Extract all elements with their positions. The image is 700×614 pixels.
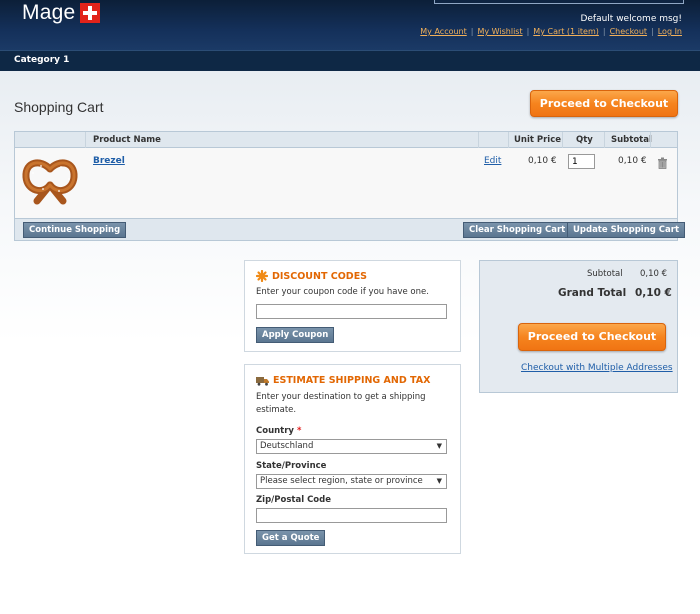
- main-content: Shopping Cart Proceed to Checkout Produc…: [0, 71, 700, 614]
- remove-item-icon[interactable]: [657, 157, 668, 169]
- page-title: Shopping Cart: [14, 99, 104, 115]
- header-search-box[interactable]: [434, 0, 684, 4]
- grand-total-amount: 0,10 €: [635, 287, 672, 299]
- checkout-multiple-addresses-link[interactable]: Checkout with Multiple Addresses: [521, 363, 673, 373]
- continue-shopping-button[interactable]: Continue Shopping: [23, 222, 127, 238]
- subtotal-label: Subtotal: [587, 269, 623, 279]
- cart-totals-box: Subtotal 0,10 € Grand Total 0,10 € Proce…: [479, 260, 678, 393]
- proceed-to-checkout-button[interactable]: Proceed to Checkout: [518, 323, 666, 351]
- nav-item-category-1[interactable]: Category 1: [14, 55, 69, 65]
- zip-label: Zip/Postal Code: [256, 495, 331, 505]
- qty-input[interactable]: [568, 154, 595, 169]
- estimate-shipping-box: ESTIMATE SHIPPING AND TAX Enter your des…: [244, 364, 461, 554]
- logo[interactable]: Mage: [22, 1, 101, 25]
- discount-codes-text: Enter your coupon code if you have one.: [256, 287, 429, 297]
- unit-price-value: 0,10 €: [528, 156, 557, 166]
- zip-input[interactable]: [256, 508, 447, 523]
- login-link[interactable]: Log In: [658, 27, 682, 36]
- my-cart-link[interactable]: My Cart (1 item): [533, 27, 599, 36]
- site-header: Mage Default welcome msg! My Account | M…: [0, 0, 700, 50]
- pretzel-image[interactable]: [21, 155, 79, 211]
- update-shopping-cart-button[interactable]: Update Shopping Cart: [567, 222, 686, 238]
- get-a-quote-button[interactable]: Get a Quote: [256, 530, 326, 546]
- top-links: My Account | My Wishlist | My Cart (1 it…: [420, 27, 682, 36]
- table-row: Brezel Edit 0,10 € 0,10 €: [15, 148, 677, 218]
- logo-text: Mage: [22, 1, 76, 24]
- clear-shopping-cart-button[interactable]: Clear Shopping Cart: [463, 222, 572, 238]
- coupon-code-input[interactable]: [256, 304, 447, 319]
- checkout-link[interactable]: Checkout: [610, 27, 647, 36]
- main-nav: Category 1: [0, 50, 700, 71]
- discount-codes-box: DISCOUNT CODES Enter your coupon code if…: [244, 260, 461, 352]
- col-product-name: Product Name: [93, 135, 161, 145]
- asterisk-icon: [256, 270, 268, 282]
- grand-total-label: Grand Total: [558, 287, 627, 299]
- edit-item-link[interactable]: Edit: [484, 156, 501, 166]
- apply-coupon-button[interactable]: Apply Coupon: [256, 327, 335, 343]
- truck-icon: [256, 376, 269, 386]
- cart-table-header: Product Name Unit Price Qty Subtotal: [15, 132, 677, 148]
- country-select[interactable]: Deutschland ▼: [256, 439, 447, 454]
- product-name-link[interactable]: Brezel: [93, 156, 125, 166]
- my-account-link[interactable]: My Account: [420, 27, 466, 36]
- proceed-to-checkout-button-top[interactable]: Proceed to Checkout: [530, 90, 678, 117]
- my-wishlist-link[interactable]: My Wishlist: [477, 27, 522, 36]
- col-unit-price: Unit Price: [514, 135, 562, 145]
- cart-table-footer: Continue Shopping Clear Shopping Cart Up…: [15, 218, 686, 240]
- cart-table: Product Name Unit Price Qty Subtotal Bre…: [14, 131, 686, 241]
- estimate-shipping-text: Enter your destination to get a shipping…: [256, 392, 426, 415]
- col-qty: Qty: [576, 135, 593, 145]
- dropdown-arrow-icon: ▼: [436, 477, 442, 485]
- country-label: Country *: [256, 426, 302, 436]
- state-select[interactable]: Please select region, state or province …: [256, 474, 447, 489]
- state-label: State/Province: [256, 461, 327, 471]
- discount-codes-title: DISCOUNT CODES: [256, 270, 367, 282]
- welcome-message: Default welcome msg!: [580, 14, 682, 24]
- swiss-cross-icon: [80, 3, 101, 23]
- estimate-shipping-title: ESTIMATE SHIPPING AND TAX: [256, 375, 430, 386]
- col-subtotal: Subtotal: [611, 135, 652, 145]
- subtotal-value: 0,10 €: [618, 156, 647, 166]
- dropdown-arrow-icon: ▼: [436, 442, 442, 450]
- subtotal-amount: 0,10 €: [640, 269, 668, 279]
